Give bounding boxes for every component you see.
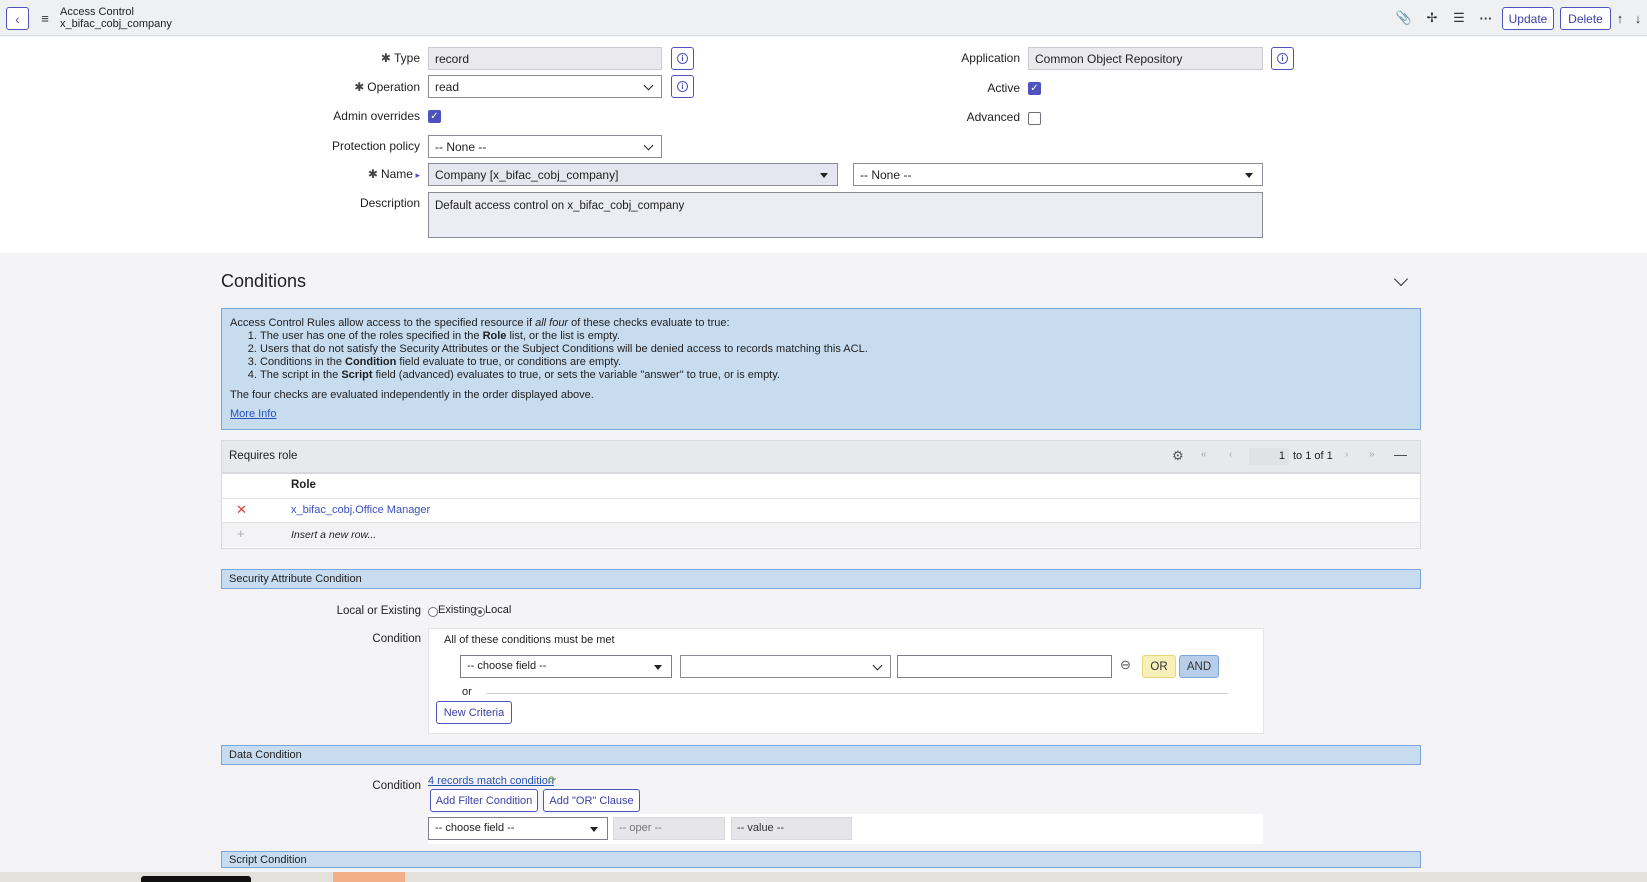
operation-info-button[interactable]: i [671, 75, 694, 98]
conditions-title: Conditions [221, 271, 307, 291]
existing-radio[interactable] [428, 607, 438, 617]
form-title-type: Access Control [60, 6, 134, 18]
data-condition-label: Condition [372, 780, 421, 792]
first-page-icon[interactable]: « [1201, 449, 1207, 460]
form-title-record: x_bifac_cobj_company [60, 18, 172, 30]
arrow-up-icon[interactable]: ↑ [1612, 10, 1628, 26]
insert-row-link[interactable]: Insert a new row... [291, 529, 376, 541]
info-icon: i [677, 81, 688, 92]
name-field-select[interactable]: -- None -- [853, 163, 1263, 186]
active-checkbox[interactable]: ✓ [1028, 82, 1041, 95]
operator-select[interactable] [680, 655, 891, 678]
type-field[interactable]: record [428, 47, 662, 70]
remove-condition-icon[interactable]: ⊖ [1120, 657, 1131, 673]
advanced-label: Advanced [966, 110, 1020, 124]
info-item-1: The user has one of the roles specified … [260, 330, 1412, 343]
or-button[interactable]: OR [1142, 655, 1176, 678]
info-item-3: Conditions in the Condition field evalua… [260, 356, 1412, 369]
and-button[interactable]: AND [1179, 655, 1219, 678]
delete-row-icon[interactable]: ✕ [236, 502, 247, 518]
or-separator-text: or [462, 686, 472, 698]
hamburger-menu-icon[interactable]: ≡ [38, 10, 52, 26]
add-or-clause-button[interactable]: Add "OR" Clause [543, 789, 640, 812]
description-textarea[interactable]: Default access control on x_bifac_cobj_c… [428, 192, 1263, 238]
security-attribute-bar: Security Attribute Condition [221, 569, 1421, 589]
all-conditions-text: All of these conditions must be met [444, 634, 615, 646]
collapse-chevron-icon[interactable] [1393, 271, 1409, 287]
existing-radio-label: Existing [438, 604, 477, 616]
page-range-text: to 1 of 1 [1293, 450, 1333, 462]
add-filter-condition-button[interactable]: Add Filter Condition [430, 789, 538, 812]
form-header: ‹ ≡ Access Control x_bifac_cobj_company … [0, 0, 1647, 36]
local-radio-label: Local [485, 604, 512, 616]
settings-sliders-icon[interactable]: ☰ [1451, 10, 1467, 26]
back-button[interactable]: ‹ [6, 7, 29, 30]
script-condition-bar: Script Condition [221, 851, 1421, 868]
paperclip-icon[interactable]: 📎 [1396, 10, 1412, 26]
new-criteria-button[interactable]: New Criteria [436, 701, 512, 724]
refresh-icon[interactable]: ⟳ [548, 775, 556, 786]
condition-value-input[interactable] [897, 655, 1112, 678]
column-header-role[interactable]: Role [291, 479, 316, 491]
admin-overrides-checkbox[interactable]: ✓ [428, 110, 441, 123]
bottom-strip [0, 872, 1647, 882]
type-info-button[interactable]: i [671, 47, 694, 70]
application-label: Application [961, 51, 1020, 65]
admin-overrides-label: Admin overrides [333, 109, 420, 123]
protection-policy-select[interactable]: -- None -- [428, 135, 662, 158]
advanced-checkbox[interactable] [1028, 112, 1041, 125]
application-info-button[interactable]: i [1271, 47, 1294, 70]
chevron-left-icon: ‹ [15, 10, 20, 27]
type-label: ✱ Type [380, 51, 420, 65]
list-settings-icon[interactable]: ⚙ [1172, 448, 1184, 464]
records-match-link[interactable]: 4 records match condition [428, 775, 554, 787]
protection-policy-label: Protection policy [331, 139, 420, 153]
collapse-list-icon[interactable]: — [1394, 447, 1407, 462]
security-condition-builder: All of these conditions must be met -- c… [428, 628, 1264, 734]
next-page-icon[interactable]: › [1345, 449, 1348, 460]
info-item-4: The script in the Script field (advanced… [260, 369, 1412, 382]
requires-role-table: Role ✕ x_bifac_cobj.Office Manager + Ins… [221, 473, 1421, 549]
description-label: Description [359, 196, 420, 210]
security-condition-label: Condition [372, 633, 421, 645]
role-link[interactable]: x_bifac_cobj.Office Manager [291, 504, 430, 516]
data-condition-bar: Data Condition [221, 745, 1421, 765]
form-top-section: ✱ Type record i ✱ Operation read i Admin o… [0, 37, 1647, 253]
info-icon: i [1277, 53, 1288, 64]
activity-icon[interactable]: ✢ [1424, 10, 1440, 26]
last-page-icon[interactable]: » [1369, 449, 1375, 460]
info-icon: i [677, 53, 688, 64]
arrow-down-icon[interactable]: ↓ [1630, 10, 1646, 26]
requires-role-title: Requires role [229, 450, 298, 462]
data-choose-field-select[interactable]: -- choose field -- [428, 817, 608, 840]
more-options-icon[interactable]: ··· [1478, 10, 1494, 26]
choose-field-select[interactable]: -- choose field -- [460, 655, 672, 678]
name-table-select[interactable]: Company [x_bifac_cobj_company] [428, 163, 838, 186]
operation-label: ✱ Operation [354, 80, 420, 94]
add-row-icon[interactable]: + [237, 526, 245, 541]
name-label: ✱ Name ▸ [367, 167, 420, 181]
active-label: Active [987, 81, 1020, 95]
operation-select[interactable]: read [428, 75, 662, 98]
application-field[interactable]: Common Object Repository [1028, 47, 1263, 70]
info-footer: The four checks are evaluated independen… [230, 389, 594, 401]
delete-button[interactable]: Delete [1560, 7, 1611, 30]
local-or-existing-label: Local or Existing [336, 605, 421, 617]
acl-info-box: Access Control Rules allow access to the… [221, 308, 1421, 430]
update-button[interactable]: Update [1502, 7, 1554, 30]
prev-page-icon[interactable]: ‹ [1229, 449, 1232, 460]
info-intro: Access Control Rules allow access to the… [230, 317, 730, 329]
data-oper-field[interactable]: -- oper -- [613, 817, 725, 840]
more-info-link[interactable]: More Info [230, 408, 276, 420]
info-item-2: Users that do not satisfy the Security A… [260, 343, 1412, 356]
page-number-input[interactable]: 1 [1249, 448, 1289, 465]
local-radio[interactable] [475, 607, 485, 617]
requires-role-header: Requires role ⚙ « ‹ 1 to 1 of 1 › » — [221, 440, 1421, 473]
data-value-field[interactable]: -- value -- [731, 817, 852, 840]
